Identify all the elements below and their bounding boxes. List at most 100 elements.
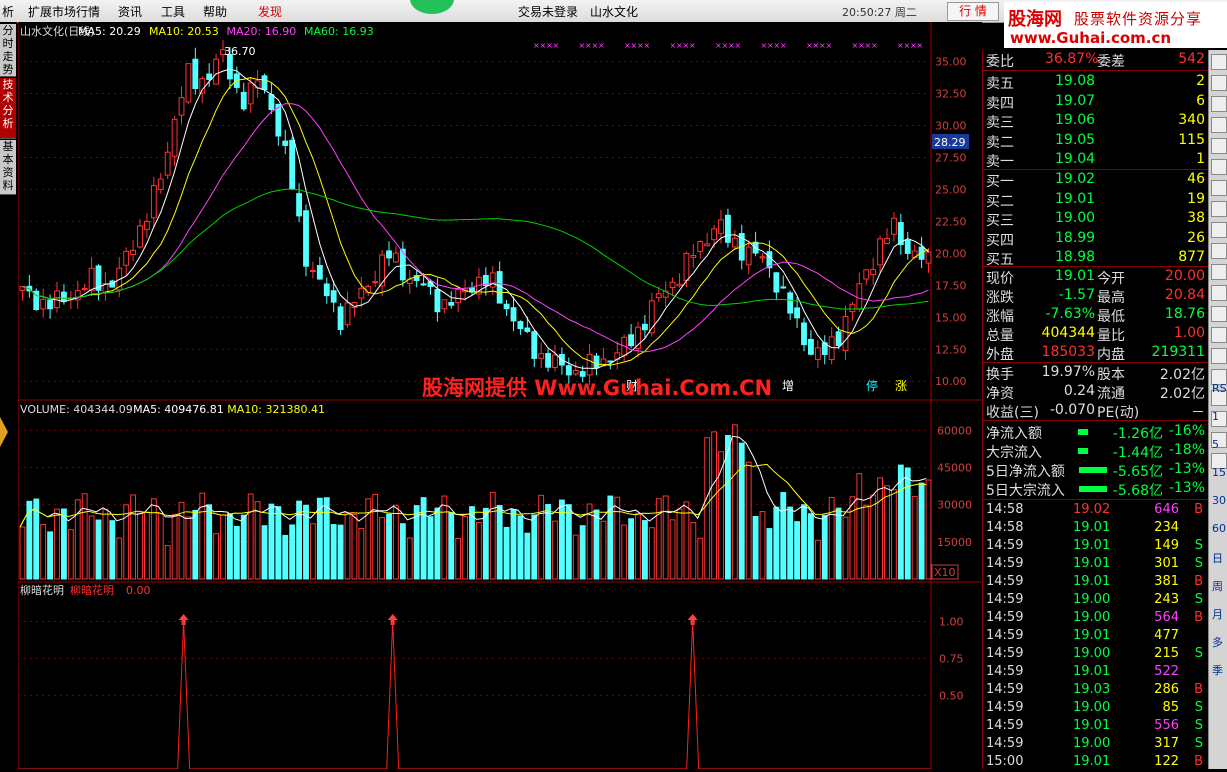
toolbar-button-icon[interactable] xyxy=(1211,54,1227,70)
toolbar-button-icon[interactable] xyxy=(1211,138,1227,154)
menu-item-help[interactable]: 帮助 xyxy=(203,3,227,20)
tick-price: 19.00 xyxy=(1073,646,1111,661)
stat-label: 外盘 xyxy=(986,347,1014,363)
flow-value: -5.65亿 xyxy=(1112,464,1163,480)
quote-panel: 委比 36.87% 委差 542 卖五 19.08 2 卖四 19.07 6 卖三 19.06 340 卖… xyxy=(982,50,1209,769)
tick-volume: 149 xyxy=(1154,538,1179,553)
volume-bar xyxy=(344,511,351,580)
toolbar-button-icon[interactable] xyxy=(1211,180,1227,196)
tab-fundamentals[interactable]: 基本资料 xyxy=(0,140,16,195)
brand-url: www.Guhai.com.cn xyxy=(1010,29,1172,47)
quote-button[interactable]: 行 情 xyxy=(947,2,999,21)
candle-body xyxy=(787,292,794,314)
divider xyxy=(983,169,1209,170)
period-button[interactable]: 多 xyxy=(1212,634,1223,650)
volume-bar xyxy=(399,523,406,580)
volume-bar xyxy=(406,537,413,580)
toolbar-button-icon[interactable] xyxy=(1211,264,1227,280)
toolbar-button-icon[interactable] xyxy=(1211,348,1227,364)
period-button[interactable]: 15 xyxy=(1212,466,1226,479)
toolbar-button-icon[interactable] xyxy=(1211,243,1227,259)
toolbar-button-icon[interactable] xyxy=(1211,117,1227,133)
volume-bar xyxy=(766,528,773,580)
volume-bar xyxy=(918,482,925,580)
volume-bar xyxy=(863,504,870,580)
candle-body xyxy=(164,151,171,176)
volume-bar xyxy=(731,424,738,580)
toolbar-button-icon[interactable] xyxy=(1211,306,1227,322)
volume-bar xyxy=(704,437,711,580)
period-button[interactable]: 月 xyxy=(1212,606,1223,622)
menu-item-extended-market[interactable]: 扩展市场行情 xyxy=(28,3,100,20)
toolbar-button-icon[interactable] xyxy=(1211,285,1227,301)
candle-body xyxy=(759,256,766,259)
period-button[interactable]: 日 xyxy=(1212,550,1223,566)
login-status[interactable]: 交易未登录 xyxy=(518,3,578,20)
volume-bar xyxy=(489,491,496,580)
divider xyxy=(983,70,1209,71)
period-button[interactable]: 周 xyxy=(1212,578,1223,594)
volume-bar xyxy=(711,431,718,580)
bid-volume: 26 xyxy=(1187,229,1205,246)
volume-bar xyxy=(794,521,801,580)
stat-label: 股本 xyxy=(1097,367,1125,383)
volume-bar xyxy=(455,537,462,580)
volume-bar xyxy=(614,496,621,580)
toolbar-button-icon[interactable] xyxy=(1211,327,1227,343)
tick-price: 19.01 xyxy=(1073,754,1111,769)
menu-item-discover[interactable]: 发现 xyxy=(258,3,282,20)
toolbar-button-icon[interactable] xyxy=(1211,159,1227,175)
period-button[interactable]: 5 xyxy=(1212,438,1219,451)
candle-body xyxy=(794,307,801,319)
tick-price: 19.01 xyxy=(1073,520,1111,535)
volume-bar xyxy=(441,495,448,580)
candle-body xyxy=(891,217,897,235)
tick-price: 19.00 xyxy=(1073,592,1111,607)
period-button[interactable]: 1 xyxy=(1212,410,1219,423)
period-button[interactable]: 60 xyxy=(1212,522,1226,535)
tab-technical[interactable]: 技术分析 xyxy=(0,78,16,139)
candle-body xyxy=(731,237,738,248)
tick-direction: S xyxy=(1194,700,1203,715)
tab-intraday[interactable]: 分时走势 xyxy=(0,24,16,77)
toolbar-button-icon[interactable] xyxy=(1211,96,1227,112)
collapse-arrow-icon[interactable] xyxy=(0,417,8,447)
volume-bar xyxy=(40,524,47,580)
toolbar-button-icon[interactable] xyxy=(1211,222,1227,238)
menu-item-news[interactable]: 资讯 xyxy=(118,3,142,20)
toolbar-button-icon[interactable] xyxy=(1211,201,1227,217)
ask-price: 19.08 xyxy=(1055,73,1096,89)
bid-volume: 38 xyxy=(1187,210,1205,226)
toolbar-button-icon[interactable] xyxy=(1211,75,1227,91)
candle-body xyxy=(372,281,379,284)
menu-item-tools[interactable]: 工具 xyxy=(161,3,185,20)
tick-row: 14:59 19.00 85 S xyxy=(983,700,1209,718)
candle-body xyxy=(47,299,54,310)
stats-row: 涨跌 -1.57 最高 20.84 xyxy=(983,287,1209,306)
flow-bar xyxy=(1078,448,1089,454)
volume-bar xyxy=(690,522,697,580)
volume-bar xyxy=(137,512,143,580)
flow-pct: -13% xyxy=(1168,461,1205,477)
tick-volume: 381 xyxy=(1154,574,1179,589)
candle-body xyxy=(676,283,683,287)
tick-time: 15:00 xyxy=(986,754,1024,769)
right-toolbar: RSI15153060日周月多季 xyxy=(1208,50,1227,769)
tick-volume: 564 xyxy=(1154,610,1179,625)
menu-item-analysis[interactable]: 析 xyxy=(2,3,14,20)
tick-price: 19.01 xyxy=(1073,664,1111,679)
period-button[interactable]: 30 xyxy=(1212,494,1226,507)
tick-price: 19.01 xyxy=(1073,628,1111,643)
stat-value: － xyxy=(1191,405,1205,421)
y-tick-label: 12.50 xyxy=(935,343,967,356)
period-button[interactable]: RSI xyxy=(1212,382,1227,395)
candle-body xyxy=(150,185,157,219)
event-marker: 增 xyxy=(782,379,794,393)
period-button[interactable]: 季 xyxy=(1212,662,1223,678)
bid-label: 买二 xyxy=(986,193,1014,210)
volume-bar xyxy=(427,516,434,580)
stat-label: 最高 xyxy=(1097,290,1125,306)
candle-body xyxy=(192,58,199,90)
tick-volume: 477 xyxy=(1154,628,1179,643)
volume-bar xyxy=(372,493,379,580)
